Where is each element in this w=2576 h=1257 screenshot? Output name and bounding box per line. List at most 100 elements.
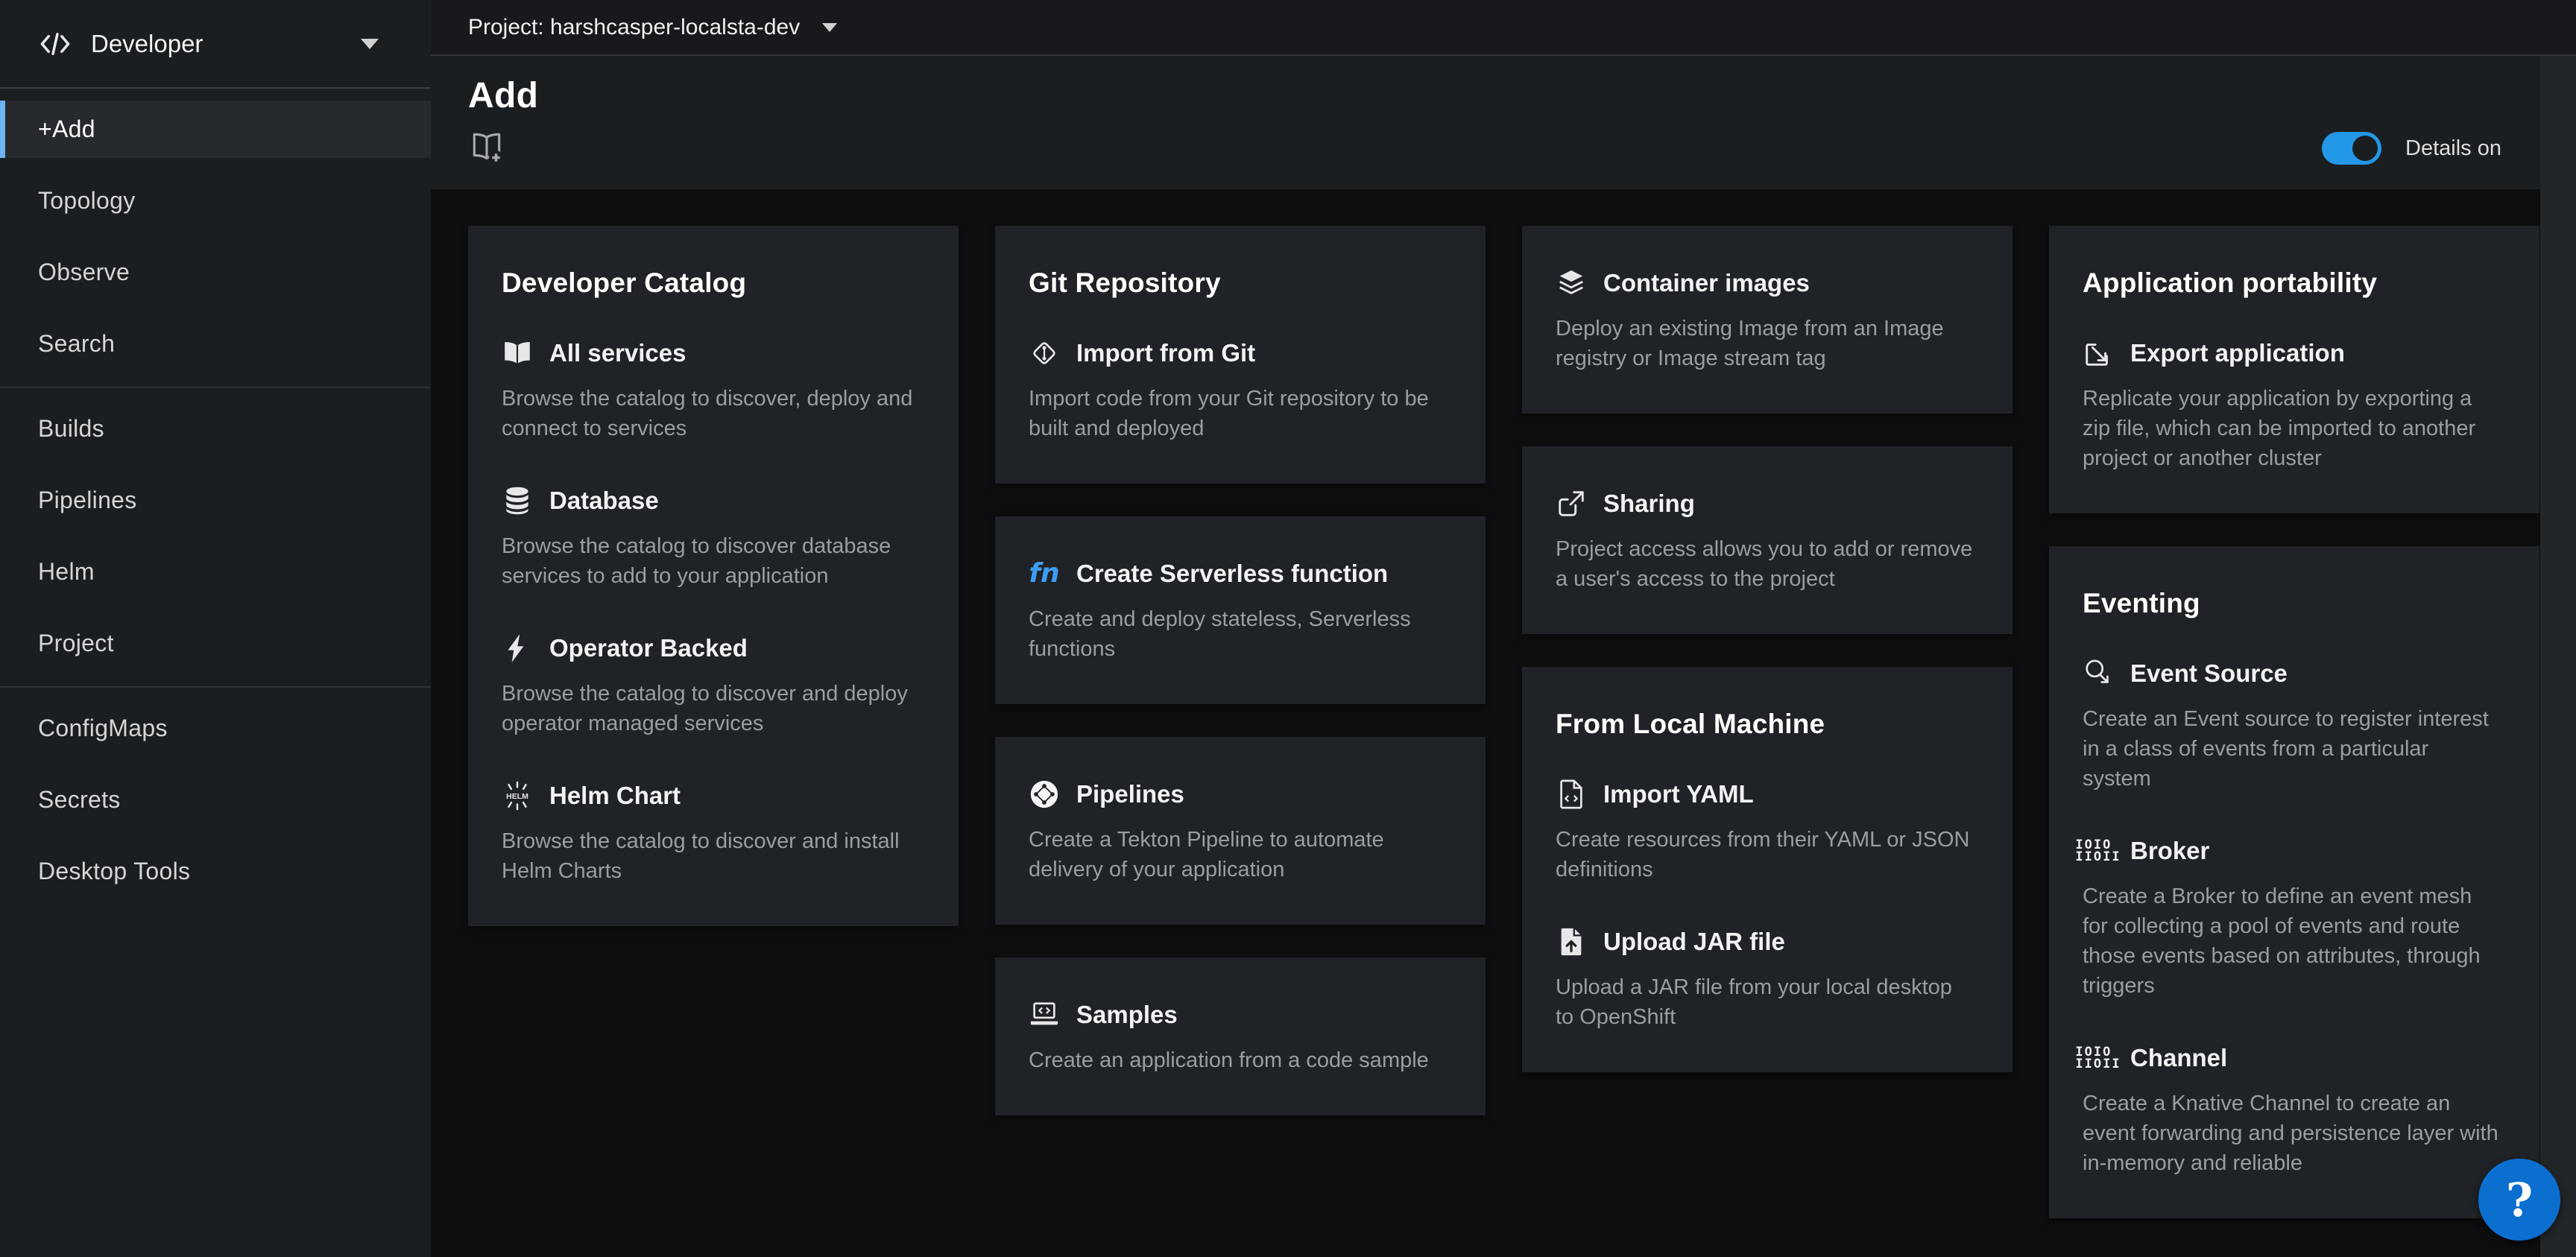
card-create-serverless-function: fnCreate Serverless functionCreate and d… — [995, 516, 1486, 704]
layers-icon — [1556, 267, 1587, 299]
item-description: Create a Broker to define an event mesh … — [2083, 881, 2501, 1001]
item-description: Import code from your Git repository to … — [1029, 384, 1448, 443]
item-head: Samples — [1029, 999, 1450, 1030]
add-item-operator-backed[interactable]: Operator BackedBrowse the catalog to dis… — [502, 633, 923, 738]
item-description: Create a Knative Channel to create an ev… — [2083, 1089, 2501, 1178]
card-developer-catalog: Developer CatalogAll servicesBrowse the … — [468, 226, 959, 926]
item-title: Create Serverless function — [1076, 560, 1388, 588]
tekton-icon — [1029, 779, 1060, 810]
add-item-import-from-git[interactable]: Import from Git Import code from your Git… — [1029, 338, 1450, 443]
item-description: Upload a JAR file from your local deskto… — [1556, 972, 1974, 1032]
export-icon — [2083, 338, 2114, 369]
book-icon — [502, 338, 533, 369]
item-description: Browse the catalog to discover, deploy a… — [502, 384, 921, 443]
item-title: Import from Git — [1076, 339, 1255, 367]
item-title: Import YAML — [1603, 780, 1754, 808]
sidebar-item-label: Helm — [38, 558, 95, 586]
book-plus-icon[interactable] — [468, 130, 505, 167]
item-title: Pipelines — [1076, 780, 1184, 808]
perspective-label: Developer — [91, 30, 203, 58]
add-item-export-application[interactable]: Export applicationReplicate your applica… — [2083, 338, 2504, 473]
add-item-import-yaml[interactable]: Import YAML Create resources from their Y… — [1556, 779, 1977, 884]
scrollbar[interactable] — [2540, 56, 2576, 1257]
card-eventing: Eventing Event SourceCreate an Event sour… — [2049, 546, 2539, 1218]
file-code-icon — [1556, 779, 1587, 810]
item-head: Operator Backed — [502, 633, 923, 664]
item-head: Container images — [1556, 267, 1977, 299]
card-title: Git Repository — [1029, 267, 1450, 299]
details-toggle[interactable] — [2322, 132, 2381, 165]
card-application-portability: Application portability Export applicatio… — [2049, 226, 2539, 513]
card-from-local-machine: From Local Machine Import YAML Create reso… — [1522, 667, 2012, 1072]
card-git-repository: Git Repository Import from Git Import code… — [995, 226, 1486, 484]
page-title: Add — [468, 75, 2501, 116]
item-description: Deploy an existing Image from an Image r… — [1556, 314, 1974, 373]
help-button-label: ? — [2506, 1173, 2533, 1227]
sidebar: Developer +Add Topology Observe Search Build… — [0, 0, 431, 1257]
sidebar-item-project[interactable]: Project — [0, 615, 431, 672]
add-item-create-serverless-function[interactable]: fnCreate Serverless functionCreate and d… — [1029, 558, 1450, 664]
add-item-sharing[interactable]: Sharing Project access allows you to add … — [1556, 488, 1977, 594]
add-item-channel[interactable]: IOIO IIOII Channel Create a Knative Channe… — [2083, 1042, 2504, 1178]
add-item-container-images[interactable]: Container images Deploy an existing Image… — [1556, 267, 1977, 373]
sidebar-item-helm[interactable]: Helm — [0, 543, 431, 601]
binary-icon: IOIO IIOII — [2083, 1042, 2114, 1074]
add-item-pipelines[interactable]: Pipelines Create a Tekton Pipeline to aut… — [1029, 779, 1450, 884]
add-item-upload-jar-file[interactable]: Upload JAR file Upload a JAR file from yo… — [1556, 926, 1977, 1032]
git-icon — [1029, 338, 1060, 369]
sidebar-item-desktop-tools[interactable]: Desktop Tools — [0, 843, 431, 900]
sidebar-item-label: Pipelines — [38, 487, 137, 514]
project-selector[interactable]: Project: harshcasper-localsta-dev — [431, 0, 2576, 56]
sidebar-item-label: Secrets — [38, 786, 121, 814]
item-title: Upload JAR file — [1603, 928, 1785, 956]
sidebar-item-observe[interactable]: Observe — [0, 244, 431, 301]
item-title: Operator Backed — [549, 634, 748, 662]
app-window: Developer +Add Topology Observe Search Build… — [0, 0, 2576, 1257]
add-item-event-source[interactable]: Event SourceCreate an Event source to re… — [2083, 658, 2504, 794]
add-item-database[interactable]: DatabaseBrowse the catalog to discover d… — [502, 485, 923, 591]
share-icon — [1556, 488, 1587, 519]
card-title: Application portability — [2083, 267, 2504, 299]
item-description: Create a Tekton Pipeline to automate del… — [1029, 825, 1448, 884]
item-head: Pipelines — [1029, 779, 1450, 810]
details-toggle-wrap: Details on — [2322, 132, 2501, 165]
item-title: Database — [549, 487, 659, 515]
card-column-3: Container images Deploy an existing Image… — [1522, 226, 2012, 1072]
card-title: From Local Machine — [1556, 709, 1977, 740]
sidebar-item-configmaps[interactable]: ConfigMaps — [0, 700, 431, 757]
file-upload-icon — [1556, 926, 1587, 957]
card-container-images: Container images Deploy an existing Image… — [1522, 226, 2012, 414]
add-item-samples[interactable]: SamplesCreate an application from a code… — [1029, 999, 1450, 1075]
sidebar-item-secrets[interactable]: Secrets — [0, 771, 431, 829]
item-title: Channel — [2130, 1044, 2227, 1072]
sidebar-item-label: Project — [38, 630, 114, 657]
sidebar-item-label: +Add — [38, 115, 95, 143]
sidebar-item-search[interactable]: Search — [0, 315, 431, 373]
add-item-helm-chart[interactable]: HELMHelm Chart Browse the catalog to disc… — [502, 780, 923, 886]
sidebar-item-add[interactable]: +Add — [0, 101, 431, 158]
add-item-broker[interactable]: IOIO IIOIIBrokerCreate a Broker to defin… — [2083, 835, 2504, 1001]
sidebar-section-1: +Add Topology Observe Search — [0, 101, 431, 373]
item-head: Import YAML — [1556, 779, 1977, 810]
add-page-cards: Developer CatalogAll servicesBrowse the … — [431, 189, 2576, 1218]
event-source-icon — [2083, 658, 2114, 689]
item-description: Browse the catalog to discover and insta… — [502, 826, 921, 886]
perspective-switcher[interactable]: Developer — [0, 0, 431, 89]
sidebar-nav: +Add Topology Observe Search Builds Pipelines… — [0, 89, 431, 1257]
item-description: Replicate your application by exporting … — [2083, 384, 2501, 473]
item-description: Project access allows you to add or remo… — [1556, 534, 1974, 594]
sidebar-item-label: Observe — [38, 259, 130, 286]
item-title: Helm Chart — [549, 782, 681, 810]
card-title: Eventing — [2083, 588, 2504, 619]
sidebar-item-topology[interactable]: Topology — [0, 172, 431, 229]
sidebar-item-pipelines[interactable]: Pipelines — [0, 472, 431, 529]
item-description: Create resources from their YAML or JSON… — [1556, 825, 1974, 884]
item-title: Sharing — [1603, 490, 1695, 518]
item-head: HELMHelm Chart — [502, 780, 923, 811]
add-item-all-services[interactable]: All servicesBrowse the catalog to discov… — [502, 338, 923, 443]
card-column-2: Git Repository Import from Git Import code… — [995, 226, 1486, 1115]
sidebar-item-label: Desktop Tools — [38, 858, 190, 885]
project-selector-label: Project: harshcasper-localsta-dev — [468, 15, 800, 40]
sidebar-item-builds[interactable]: Builds — [0, 400, 431, 457]
help-button[interactable]: ? — [2478, 1159, 2560, 1241]
